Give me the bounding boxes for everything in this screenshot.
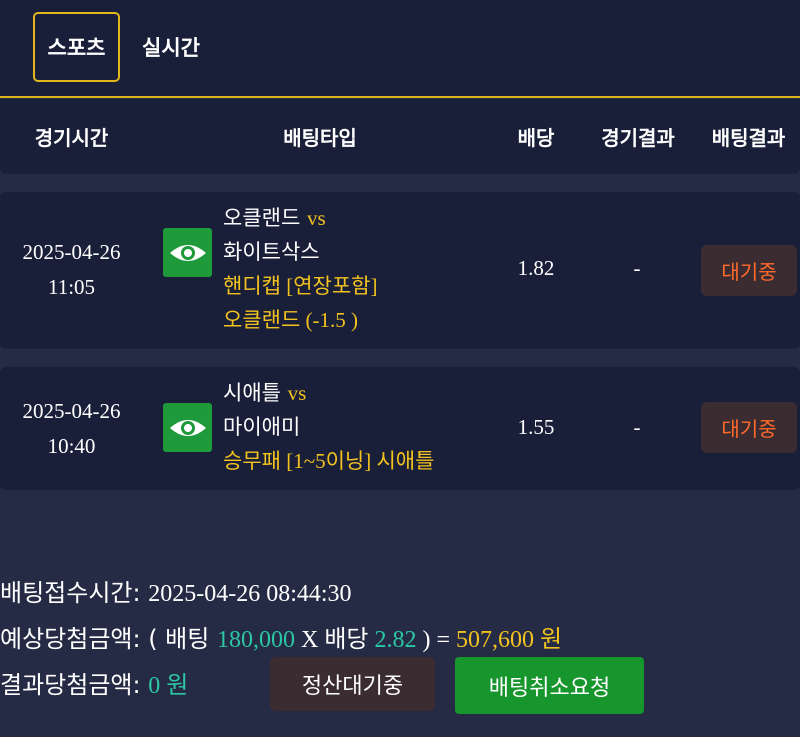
match-result: - <box>633 256 641 280</box>
vs-label: vs <box>306 206 326 230</box>
bet-row: 2025-04-26 11:05 오클랜드 vs 화이트삭스 핸디캡 [연장포함… <box>0 192 800 349</box>
status-badge: 대기중 <box>701 402 797 453</box>
eye-icon <box>169 244 206 261</box>
bet-row: 2025-04-26 10:40 시애틀 vs 마이애미 승무패 [1~5이닝]… <box>0 367 800 490</box>
column-header-match-time: 경기시간 <box>34 126 109 150</box>
bet-type-info: 오클랜드 vs 화이트삭스 핸디캡 [연장포함] 오클랜드 (-1.5 ) <box>223 201 503 337</box>
received-time-label: 배팅접수시간: <box>0 579 149 607</box>
view-detail-button[interactable] <box>163 403 212 452</box>
received-time-line: 배팅접수시간: 2025-04-26 08:44:30 <box>0 573 352 608</box>
home-team: 오클랜드 <box>223 206 301 230</box>
pick-label: 오클랜드 (-1.5 ) <box>223 308 359 332</box>
expected-win-line: 예상당첨금액: ( 배팅 180,000 X 배당 2.82 ) = 507,6… <box>0 619 562 654</box>
match-date: 2025-04-26 <box>22 240 121 264</box>
column-header-bet-type: 배팅타입 <box>283 126 357 150</box>
total-odds: 2.82 <box>374 627 417 653</box>
odds-value: 1.55 <box>517 415 555 439</box>
odds-label: X 배당 <box>294 627 375 653</box>
table-header: 경기시간 배팅타입 배당 경기결과 배팅결과 <box>0 99 800 174</box>
match-time: 10:40 <box>47 434 96 458</box>
match-datetime: 2025-04-26 10:40 <box>0 394 143 464</box>
match-result: - <box>633 415 641 439</box>
column-header-odds: 배당 <box>517 126 555 150</box>
view-detail-button[interactable] <box>163 228 212 277</box>
match-datetime: 2025-04-26 11:05 <box>0 235 143 305</box>
tab-sports[interactable]: 스포츠 <box>33 12 120 82</box>
status-badge: 대기중 <box>701 245 797 296</box>
odds-value: 1.82 <box>517 256 555 280</box>
bet-type-info: 시애틀 vs 마이애미 승무패 [1~5이닝] 시애틀 <box>223 376 503 478</box>
top-tab-bar: 스포츠 실시간 <box>0 0 800 98</box>
market-label: 승무패 [1~5이닝] 시애틀 <box>223 449 435 473</box>
away-team: 마이애미 <box>223 415 301 439</box>
column-header-match-result: 경기결과 <box>601 126 675 150</box>
tab-live[interactable]: 실시간 <box>128 12 214 82</box>
eye-icon <box>169 419 206 436</box>
settle-pending-button[interactable]: 정산대기중 <box>270 657 435 711</box>
stake-amount: 180,000 <box>216 627 295 653</box>
actual-win-amount: 0 원 <box>148 673 189 699</box>
match-time: 11:05 <box>47 275 96 299</box>
cancel-bet-request-button[interactable]: 배팅취소요청 <box>455 657 644 714</box>
actual-win-label: 결과당첨금액: <box>0 671 149 699</box>
match-date: 2025-04-26 <box>22 399 121 423</box>
vs-label: vs <box>287 381 307 405</box>
home-team: 시애틀 <box>223 381 281 405</box>
received-time-value: 2025-04-26 08:44:30 <box>148 581 352 607</box>
market-label: 핸디캡 [연장포함] <box>223 274 378 298</box>
column-header-bet-result: 배팅결과 <box>711 126 786 150</box>
expected-win-label: 예상당첨금액: ( 배팅 <box>0 625 217 653</box>
equals-label: ) = <box>416 627 457 653</box>
actual-win-line: 결과당첨금액: 0 원 <box>0 665 188 700</box>
expected-win-amount: 507,600 원 <box>456 627 563 653</box>
away-team: 화이트삭스 <box>223 240 320 264</box>
